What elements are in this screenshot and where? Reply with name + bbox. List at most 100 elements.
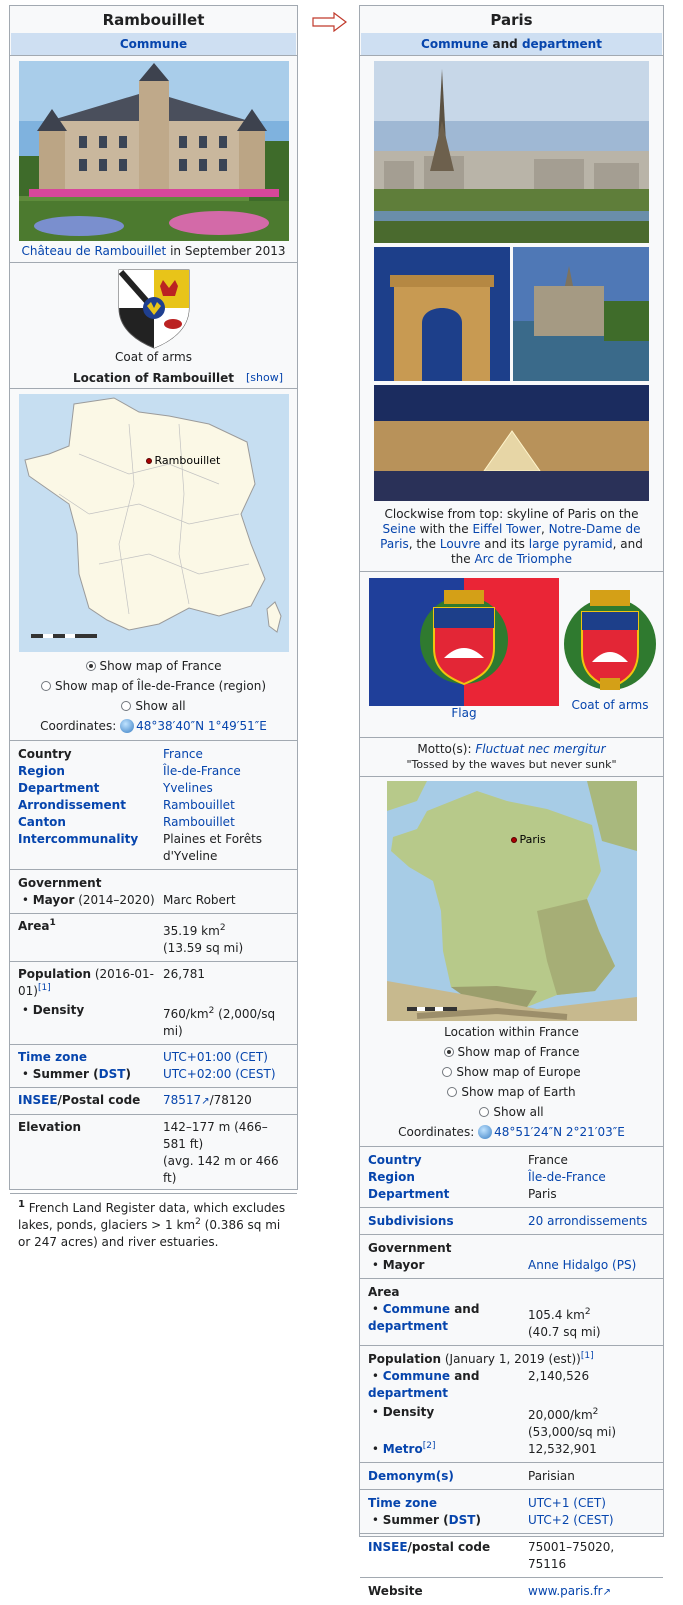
demonym-label[interactable]: Demonym(s) [368,1468,528,1485]
map-option-europe[interactable]: Show map of Europe [360,1062,663,1082]
arrondissement-value[interactable]: Rambouillet [163,797,289,814]
paris-infobox: Paris Commune and department Clockwise f… [359,5,664,1598]
france-locator-map[interactable]: Rambouillet [18,394,289,652]
motto-label: Motto(s): [417,742,476,756]
chateau-caption-link[interactable]: Château de Rambouillet [21,244,166,258]
mayor-label: Mayor [32,893,75,907]
region-value[interactable]: Île-de-France [528,1169,655,1186]
map-option-all[interactable]: Show all [360,1102,663,1122]
timezone-label[interactable]: Time zone [368,1495,528,1512]
department-link[interactable]: department [522,37,602,51]
population-value: 2,140,526 [528,1369,590,1383]
radio-selected-icon[interactable] [443,1047,454,1057]
montage-caption: Clockwise from top: skyline of Paris on … [380,507,643,566]
motto-link[interactable]: Fluctuat nec mergitur [475,742,605,756]
intercommunality-label[interactable]: Intercommunality [18,831,163,865]
area-department-link[interactable]: department [368,1319,448,1333]
timezone-value[interactable]: UTC+1 (CET) [528,1495,655,1512]
department-value[interactable]: Yvelines [163,780,289,797]
radio-icon[interactable] [479,1107,490,1117]
timezone-label[interactable]: Time zone [18,1049,163,1066]
elevation-value: 142–177 m (466–581 ft) [163,1120,268,1151]
paris-coat-of-arms-icon[interactable] [560,578,660,698]
mayor-value[interactable]: Anne Hidalgo (PS) [528,1257,655,1274]
population-ref-link[interactable]: [1] [38,983,51,993]
dst-link[interactable]: DST [449,1513,476,1527]
department-label[interactable]: Department [368,1186,528,1203]
external-link-icon: ↗ [201,1096,210,1107]
area-label: Area [368,1285,400,1299]
map-option-all[interactable]: Show all [10,696,297,716]
insee-code-link[interactable]: 78517 [163,1093,201,1107]
globe-icon[interactable] [478,1125,493,1139]
arrondissement-label[interactable]: Arrondissement [18,797,163,814]
summer-value[interactable]: UTC+02:00 (CEST) [163,1066,289,1083]
canton-value[interactable]: Rambouillet [163,814,289,831]
postal-code-value: /78120 [209,1093,252,1107]
paris-flag-icon[interactable] [369,578,559,706]
area-commune-link[interactable]: Commune [383,1302,450,1316]
country-label[interactable]: Country [368,1152,528,1169]
radio-icon[interactable] [442,1067,453,1077]
map-option-france[interactable]: Show map of France [360,1042,663,1062]
region-label[interactable]: Region [368,1169,528,1186]
rambouillet-infobox: Rambouillet Commune Château de Rambouill… [9,5,298,1249]
pop-commune-link[interactable]: Commune [383,1369,450,1383]
metro-link[interactable]: Metro [383,1442,423,1456]
paris-montage[interactable] [374,61,649,501]
seine-link[interactable]: Seine [383,522,416,536]
pop-department-link[interactable]: department [368,1386,448,1400]
website-link[interactable]: www.paris.fr [528,1584,603,1598]
radio-icon[interactable] [41,681,51,691]
show-toggle-link[interactable]: [show] [246,371,283,384]
coat-of-arms-link[interactable]: Coat of arms [572,698,649,712]
france-relief-map[interactable]: Paris [386,781,637,1021]
insee-link[interactable]: INSEE [18,1093,58,1107]
region-value[interactable]: Île-de-France [163,763,289,780]
motto-translation: "Tossed by the waves but never sunk" [406,758,617,771]
metro-ref-link[interactable]: [2] [423,1441,436,1451]
radio-icon[interactable] [121,701,132,711]
coat-of-arms-label: Coat of arms [115,350,192,364]
commune-link[interactable]: Commune [421,37,488,51]
louvre-link[interactable]: Louvre [440,537,481,551]
area-label: Area [18,919,50,933]
chateau-photo[interactable] [18,61,289,241]
large-pyramid-link[interactable]: large pyramid [529,537,613,551]
map-option-france[interactable]: Show map of France [10,656,297,676]
subdivisions-label[interactable]: Subdivisions [368,1213,528,1230]
country-value[interactable]: France [163,746,289,763]
region-label[interactable]: Region [18,763,163,780]
flag-link[interactable]: Flag [451,706,476,720]
subdivisions-value[interactable]: 20 arrondissements [528,1213,655,1230]
population-ref-link[interactable]: [1] [581,1351,594,1361]
coordinates-link[interactable]: 48°51′24″N 2°21′03″E [494,1125,625,1139]
coordinates-link[interactable]: 48°38′40″N 1°49′51″E [136,719,267,733]
eiffel-tower-link[interactable]: Eiffel Tower [472,522,540,536]
insee-link[interactable]: INSEE [368,1540,408,1554]
paris-map-pin [510,837,517,843]
dst-link[interactable]: DST [99,1067,126,1081]
radio-selected-icon[interactable] [85,661,96,671]
summer-value[interactable]: UTC+2 (CEST) [528,1512,655,1529]
radio-icon[interactable] [447,1087,458,1097]
infobox-subtitle[interactable]: Commune [11,33,296,55]
canton-label[interactable]: Canton [18,814,163,831]
infobox-title: Rambouillet [102,11,205,29]
map-option-earth[interactable]: Show map of Earth [360,1082,663,1102]
density-label: Density [382,1405,435,1419]
country-value: France [528,1153,568,1167]
map-option-iledefrance[interactable]: Show map of Île-de-France (region) [10,676,297,696]
arc-de-triomphe-link[interactable]: Arc de Triomphe [474,552,572,566]
external-link-icon: ↗ [602,1587,612,1598]
demonym-value: Parisian [528,1469,575,1483]
summer-label: Summer ( [382,1513,449,1527]
metro-value: 12,532,901 [528,1442,597,1456]
timezone-value[interactable]: UTC+01:00 (CET) [163,1049,289,1066]
globe-icon[interactable] [120,719,135,733]
mayor-value: Marc Robert [163,893,236,907]
department-label[interactable]: Department [18,780,163,797]
map-pin-label: Rambouillet [154,454,221,467]
rambouillet-coat-of-arms-icon[interactable] [117,268,191,350]
coordinates: Coordinates: 48°38′40″N 1°49′51″E [40,719,267,733]
